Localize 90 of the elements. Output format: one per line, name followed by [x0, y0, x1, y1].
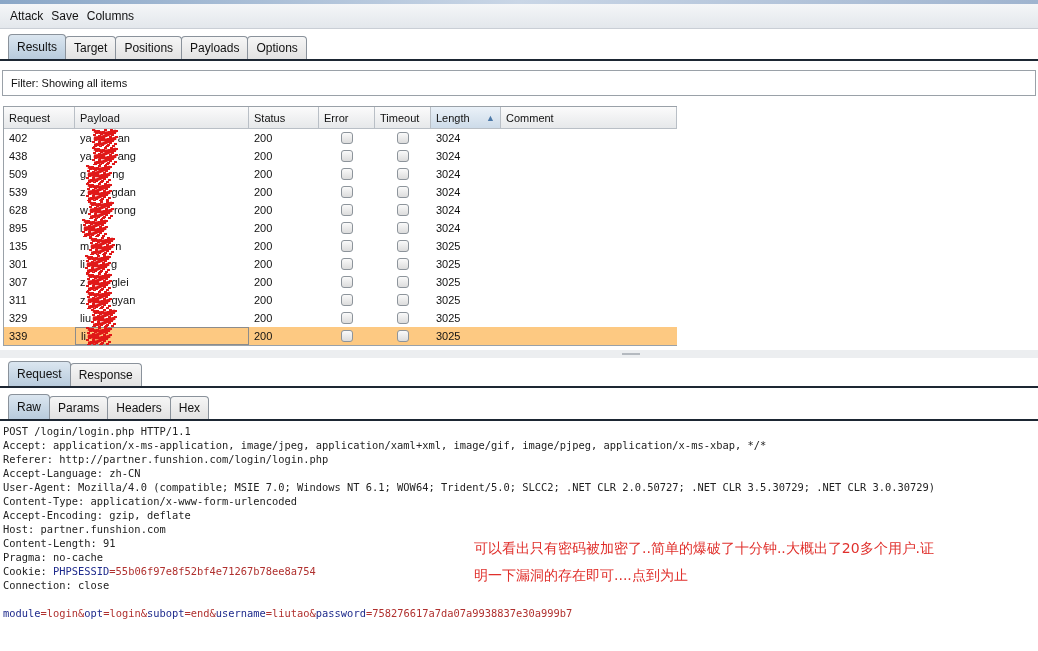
- request-text: Content-Length: 91: [3, 537, 116, 549]
- column-header[interactable]: Request: [4, 107, 75, 129]
- checkbox[interactable]: [397, 204, 409, 216]
- checkbox[interactable]: [397, 312, 409, 324]
- checkbox[interactable]: [397, 132, 409, 144]
- menu-item[interactable]: Attack: [10, 9, 44, 23]
- checkbox[interactable]: [341, 330, 353, 342]
- redaction-scribble: [85, 291, 112, 309]
- request-text: Referer: http://partner.funshion.com/login/login.php: [3, 453, 329, 465]
- tab[interactable]: Positions: [115, 36, 183, 59]
- checkbox[interactable]: [341, 240, 353, 252]
- tab[interactable]: Payloads: [181, 36, 249, 59]
- tab[interactable]: Results: [8, 34, 66, 59]
- redaction-scribble: [85, 327, 112, 345]
- annotation-text: 可以看出只有密码被加密了..简单的爆破了十分钟..大概出了20多个用户.证: [474, 539, 935, 558]
- redaction-scribble: [91, 309, 117, 327]
- column-header[interactable]: Error: [319, 107, 375, 129]
- request-text: Cookie:: [3, 565, 48, 577]
- request-text: password: [315, 607, 366, 619]
- request-text: module: [3, 607, 41, 619]
- request-text: POST /login/login.php HTTP/1.1: [3, 425, 191, 437]
- table-cell: 200: [249, 327, 319, 345]
- redaction-scribble: [86, 165, 113, 183]
- request-text: Accept-Language: zh-CN: [3, 467, 141, 479]
- request-text: =login&: [103, 607, 147, 619]
- column-header[interactable]: Timeout: [375, 107, 431, 129]
- checkbox[interactable]: [397, 186, 409, 198]
- redaction-scribble: [87, 201, 114, 219]
- request-text: Connection: close: [3, 579, 110, 591]
- request-text: =55b06f97e8f52bf4e71267b78ee8a754: [109, 565, 316, 577]
- checkbox[interactable]: [341, 186, 353, 198]
- request-text: Pragma: no-cache: [3, 551, 104, 563]
- checkbox[interactable]: [341, 258, 353, 270]
- request-text: =end&: [184, 607, 216, 619]
- tab[interactable]: Raw: [8, 394, 50, 419]
- request-text: username: [215, 607, 266, 619]
- redaction-scribble: [89, 237, 116, 255]
- column-header[interactable]: Payload: [75, 107, 249, 129]
- request-text: User-Agent: Mozilla/4.0 (compatible; MSIE 7.0; Windows NT 6.1; WOW64; Trident/5.0; SLCC2; .NET CLR 2.0.50727; .NET CLR 3.5.30729; .NET CLR 3.0.30729): [3, 481, 936, 493]
- tab[interactable]: Hex: [169, 396, 210, 419]
- column-header[interactable]: Status: [249, 107, 319, 129]
- tab[interactable]: Response: [69, 363, 142, 386]
- checkbox[interactable]: [397, 240, 409, 252]
- redaction-scribble: [91, 129, 118, 147]
- checkbox[interactable]: [397, 258, 409, 270]
- checkbox[interactable]: [341, 168, 353, 180]
- tab[interactable]: Headers: [107, 396, 171, 419]
- table-cell: li: [75, 327, 249, 345]
- redaction-scribble: [85, 273, 112, 291]
- checkbox[interactable]: [341, 222, 353, 234]
- checkbox[interactable]: [397, 276, 409, 288]
- checkbox[interactable]: [341, 132, 353, 144]
- column-header[interactable]: Length ▲: [431, 107, 501, 129]
- table-cell: 339: [4, 327, 75, 345]
- request-text: =login&: [40, 607, 85, 619]
- request-text: Content-Type: application/x-www-form-urlencoded: [3, 495, 298, 507]
- redaction-scribble: [91, 147, 118, 165]
- request-text: Accept: application/x-ms-application, image/jpeg, application/xaml+xml, image/gif, image/pjpeg, application/x-ms-xbap, */*: [3, 439, 767, 451]
- table-cell: 3025: [431, 327, 501, 345]
- filter-bar[interactable]: Filter: Showing all items: [2, 70, 1036, 96]
- checkbox[interactable]: [397, 330, 409, 342]
- request-text: Host: partner.funshion.com: [3, 523, 166, 535]
- tab[interactable]: Target: [65, 36, 117, 59]
- tab[interactable]: Request: [8, 361, 71, 386]
- redaction-scribble: [85, 183, 112, 201]
- column-header[interactable]: Comment: [501, 107, 677, 129]
- checkbox[interactable]: [397, 150, 409, 162]
- sort-arrow-icon: ▲: [486, 112, 495, 123]
- checkbox[interactable]: [341, 150, 353, 162]
- request-text: PHPSESSID: [53, 565, 110, 577]
- annotation-text: 明一下漏洞的存在即可....点到为止: [474, 566, 689, 585]
- menu-item[interactable]: Save: [51, 9, 79, 23]
- checkbox[interactable]: [397, 222, 409, 234]
- splitter-handle[interactable]: [622, 353, 640, 355]
- redaction-scribble: [84, 255, 111, 273]
- menu-item[interactable]: Columns: [86, 9, 135, 23]
- checkbox[interactable]: [341, 312, 353, 324]
- checkbox[interactable]: [341, 276, 353, 288]
- checkbox[interactable]: [397, 294, 409, 306]
- tab[interactable]: Options: [247, 36, 307, 59]
- request-text: opt: [84, 607, 104, 619]
- tab[interactable]: Params: [49, 396, 109, 419]
- request-text: =758276617a7da07a9938837e30a999b7: [365, 607, 573, 619]
- checkbox[interactable]: [341, 294, 353, 306]
- request-text: subopt: [146, 607, 185, 619]
- checkbox[interactable]: [341, 204, 353, 216]
- request-text: Accept-Encoding: gzip, deflate: [3, 509, 191, 521]
- checkbox[interactable]: [397, 168, 409, 180]
- request-text: =liutao&: [265, 607, 316, 619]
- redaction-scribble: [82, 219, 109, 237]
